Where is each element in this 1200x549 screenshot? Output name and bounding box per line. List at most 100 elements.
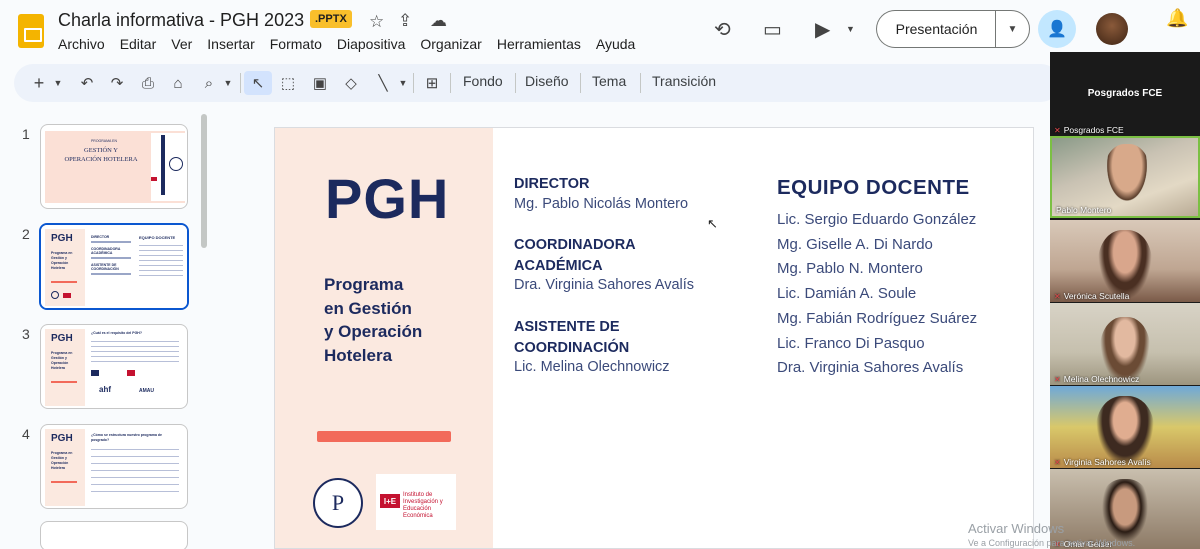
background-button[interactable]: Fondo: [463, 73, 503, 89]
faculty-member: Mg. Giselle A. Di Nardo: [777, 235, 933, 253]
zoom-icon[interactable]: ⌕: [200, 71, 218, 95]
menu-insertar[interactable]: Insertar: [207, 36, 254, 52]
slides-logo[interactable]: [18, 14, 44, 48]
menu-ver[interactable]: Ver: [171, 36, 192, 52]
cloud-status-icon[interactable]: ☁: [430, 11, 447, 31]
line-chevron-icon[interactable]: ▼: [397, 71, 409, 95]
transition-button[interactable]: Transición: [652, 73, 716, 89]
muted-mic-icon: ✕: [1054, 457, 1061, 467]
thumb-pgh: PGH: [51, 433, 73, 444]
participant-video: [1096, 396, 1154, 466]
faculty-member: Mg. Pablo N. Montero: [777, 260, 923, 278]
coordinator-name: Dra. Virginia Sahores Avalís: [514, 277, 695, 293]
paint-format-icon[interactable]: ⌂: [169, 71, 187, 95]
assistant-role-line: COORDINACIÓN: [514, 340, 630, 356]
participant-tile[interactable]: ✕ Virginia Sahores Avalís: [1050, 386, 1200, 468]
participant-name: Verónica Scutella: [1063, 291, 1130, 301]
chevron-down-icon[interactable]: ▼: [846, 24, 855, 34]
thumb-text: COORDINADORA ACADÉMICA: [91, 247, 121, 255]
print-icon[interactable]: ⎙: [138, 71, 158, 95]
slide-program-name: Programa en Gestión y Operación Hotelera: [324, 273, 474, 367]
toolbar-divider: [515, 73, 516, 93]
slide-number: 3: [22, 326, 30, 342]
present-button[interactable]: Presentación: [876, 10, 996, 48]
thumb-program: Programa en Gestión y Operación Hotelera: [51, 251, 73, 270]
thumb-pgh: PGH: [51, 233, 73, 244]
zoom-chevron-icon[interactable]: ▼: [222, 71, 234, 95]
menu-herramientas[interactable]: Herramientas: [497, 36, 581, 52]
menu-editar[interactable]: Editar: [120, 36, 157, 52]
thumb-text: ASISTENTE DE COORDINACIÓN: [91, 263, 119, 271]
slide-thumbnail-5[interactable]: [40, 521, 188, 549]
participant-name: Virginia Sahores Avalís: [1063, 457, 1151, 467]
participant-tile-active[interactable]: Pablo Montero: [1050, 136, 1200, 218]
line-icon[interactable]: ╲: [373, 71, 393, 95]
layout-button[interactable]: Diseño: [525, 73, 569, 89]
assistant-role: ASISTENTE DE COORDINACIÓN: [514, 317, 629, 359]
faculty-list: Lic. Sergio Eduardo González Mg. Giselle…: [777, 208, 977, 381]
muted-mic-icon: ✕: [1054, 125, 1061, 135]
present-dropdown-button[interactable]: ▼: [995, 10, 1030, 48]
toolbar-divider: [240, 73, 241, 93]
current-slide[interactable]: PGH Programa en Gestión y Operación Hote…: [274, 127, 1034, 549]
slide-number: 4: [22, 426, 30, 442]
faculty-member: Dra. Virginia Sahores Avalís: [777, 359, 964, 377]
shape-icon[interactable]: ◇: [341, 71, 361, 95]
history-icon[interactable]: ⟲: [714, 17, 731, 42]
image-icon[interactable]: ▣: [310, 71, 330, 95]
slide-pgh-title: PGH: [325, 167, 450, 230]
program-line: y Operación: [324, 322, 423, 341]
file-format-badge: .PPTX: [310, 10, 352, 28]
iie-logo-box: I+E: [380, 494, 400, 508]
menu-formato[interactable]: Formato: [270, 36, 322, 52]
bell-icon[interactable]: 🔔: [1166, 8, 1188, 29]
menu-diapositiva[interactable]: Diapositiva: [337, 36, 405, 52]
program-line: Hotelera: [324, 345, 393, 365]
share-button[interactable]: 👤: [1038, 10, 1076, 48]
faculty-member: Mg. Fabián Rodríguez Suárez: [777, 309, 978, 327]
star-icon[interactable]: ☆: [369, 12, 384, 32]
participant-name: Pablo Montero: [1056, 205, 1112, 215]
toolbar-divider: [450, 73, 451, 93]
thumb-text: EQUIPO DOCENTE: [139, 235, 176, 240]
filmstrip-scrollbar[interactable]: [201, 114, 207, 248]
video-call-icon[interactable]: ▶: [815, 17, 830, 42]
textbox-icon[interactable]: ⬚: [278, 71, 298, 95]
document-title[interactable]: Charla informativa - PGH 2023: [58, 10, 304, 31]
director-name: Mg. Pablo Nicolás Montero: [514, 196, 689, 212]
participant-name: Melina Olechnowicz: [1063, 374, 1140, 384]
participant-tile[interactable]: ✕ Omar Geiser: [1050, 469, 1200, 549]
toolbar-divider: [640, 73, 641, 93]
iie-logo: I+E Instituto de Investigación y Educaci…: [376, 474, 456, 530]
slide-thumbnail-4[interactable]: PGH Programa en Gestión y Operación Hote…: [40, 424, 188, 509]
thumb-logo: ahf: [99, 385, 111, 394]
theme-button[interactable]: Tema: [592, 73, 626, 89]
new-slide-icon[interactable]: +: [30, 71, 48, 95]
participant-video: [1104, 144, 1150, 206]
participant-video: [1098, 230, 1152, 300]
coordinator-role-line: COORDINADORA: [514, 237, 636, 253]
comments-icon[interactable]: ▭: [763, 17, 782, 42]
avatar[interactable]: [1096, 13, 1128, 45]
slide-thumbnail-2[interactable]: PGH Programa en Gestión y Operación Hote…: [39, 223, 189, 310]
coordinator-role-line: ACADÉMICA: [514, 258, 603, 274]
muted-mic-icon: ✕: [1054, 291, 1061, 301]
video-host-name: Posgrados FCE: [1087, 88, 1163, 99]
menu-ayuda[interactable]: Ayuda: [596, 36, 635, 52]
participant-tile[interactable]: ✕ Verónica Scutella: [1050, 220, 1200, 302]
new-slide-chevron-icon[interactable]: ▼: [52, 71, 64, 95]
select-icon[interactable]: ↖: [244, 71, 272, 95]
menu-archivo[interactable]: Archivo: [58, 36, 105, 52]
comment-add-icon[interactable]: ⊞: [422, 71, 442, 95]
thumb-title: OPERACIÓN HOTELERA: [64, 156, 138, 163]
undo-icon[interactable]: ↶: [78, 71, 96, 95]
move-to-drive-icon[interactable]: ⇪: [398, 11, 412, 31]
redo-icon[interactable]: ↷: [108, 71, 126, 95]
assistant-name: Lic. Melina Olechnowicz: [514, 359, 670, 375]
participant-tile[interactable]: ✕ Posgrados FCE: [1050, 120, 1200, 136]
menu-organizar[interactable]: Organizar: [420, 36, 481, 52]
participant-tile[interactable]: ✕ Melina Olechnowicz: [1050, 303, 1200, 385]
slide-thumbnail-1[interactable]: PROGRAMA EN GESTIÓN Y OPERACIÓN HOTELERA: [40, 124, 188, 209]
slide-thumbnail-3[interactable]: PGH Programa en Gestión y Operación Hote…: [40, 324, 188, 409]
thumb-small-text: PROGRAMA EN: [90, 139, 118, 143]
